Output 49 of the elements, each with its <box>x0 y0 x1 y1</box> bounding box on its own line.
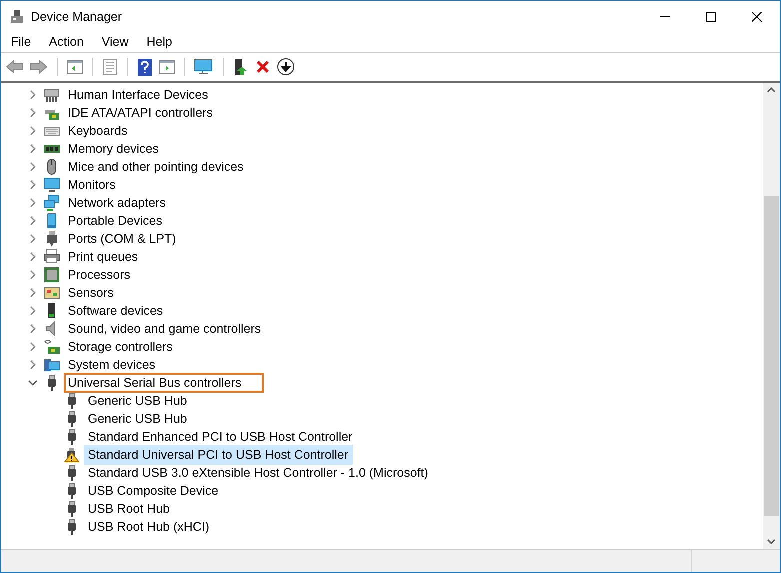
tree-item[interactable]: Mice and other pointing devices <box>64 157 248 177</box>
tree-item[interactable]: Software devices <box>64 301 168 321</box>
printer-icon <box>44 249 60 265</box>
tree-item[interactable]: Portable Devices <box>64 211 166 231</box>
window-title: Device Manager <box>31 10 122 24</box>
tree-item[interactable]: Universal Serial Bus controllers <box>64 373 264 393</box>
tree-item[interactable]: Generic USB Hub <box>84 409 192 429</box>
tree-item[interactable]: Sound, video and game controllers <box>64 319 266 339</box>
properties-button[interactable] <box>100 56 120 78</box>
scroll-up-icon[interactable] <box>767 87 776 93</box>
device-manager-icon <box>9 8 25 24</box>
close-icon <box>752 12 762 22</box>
processor-icon <box>44 267 60 283</box>
tree-item[interactable]: USB Root Hub <box>84 499 174 519</box>
monitor-icon <box>44 177 60 193</box>
tree-item[interactable]: System devices <box>64 355 160 375</box>
storage-controller-icon <box>44 339 60 355</box>
tree-item[interactable]: Memory devices <box>64 139 163 159</box>
maximize-icon <box>706 12 716 22</box>
menu-item[interactable]: Help <box>138 35 180 49</box>
tree-item[interactable]: Standard Universal PCI to USB Host Controller <box>84 445 353 465</box>
menu-item[interactable]: File <box>3 35 40 49</box>
cross-icon <box>256 60 270 74</box>
menu-item[interactable]: View <box>94 35 137 49</box>
tree-item[interactable]: Human Interface Devices <box>64 85 212 105</box>
disable-button[interactable] <box>275 56 297 78</box>
tree-item[interactable]: Standard USB 3.0 eXtensible Host Controller - 1.0 (Microsoft) <box>84 463 432 483</box>
tree-item[interactable]: Standard Enhanced PCI to USB Host Controller <box>84 427 357 447</box>
tree-item[interactable]: USB Composite Device <box>84 481 223 501</box>
help-button[interactable] <box>135 56 155 78</box>
scrollbar[interactable] <box>763 83 780 549</box>
port-connector-icon <box>44 231 60 247</box>
tree-item[interactable]: Processors <box>64 265 135 285</box>
tree-item[interactable]: Keyboards <box>64 121 132 141</box>
network-monitors-icon <box>44 195 60 211</box>
tree-item[interactable]: USB Root Hub (xHCI) <box>84 517 214 537</box>
tree-item[interactable]: Monitors <box>64 175 120 195</box>
keyboard-hand-icon <box>44 87 60 103</box>
tree-item[interactable]: IDE ATA/ATAPI controllers <box>64 103 217 123</box>
tree-item[interactable]: Print queues <box>64 247 142 267</box>
sensor-icon <box>44 285 60 301</box>
system-folder-icon <box>44 357 60 373</box>
tree-item[interactable]: Network adapters <box>64 193 170 213</box>
tree-item[interactable]: Ports (COM & LPT) <box>64 229 180 249</box>
tree-item[interactable]: Storage controllers <box>64 337 177 357</box>
tree-item[interactable]: Generic USB Hub <box>84 391 192 411</box>
tree-item[interactable]: Sensors <box>64 283 118 303</box>
menu-item[interactable]: Action <box>41 35 92 49</box>
scroll-down-icon[interactable] <box>767 539 776 545</box>
